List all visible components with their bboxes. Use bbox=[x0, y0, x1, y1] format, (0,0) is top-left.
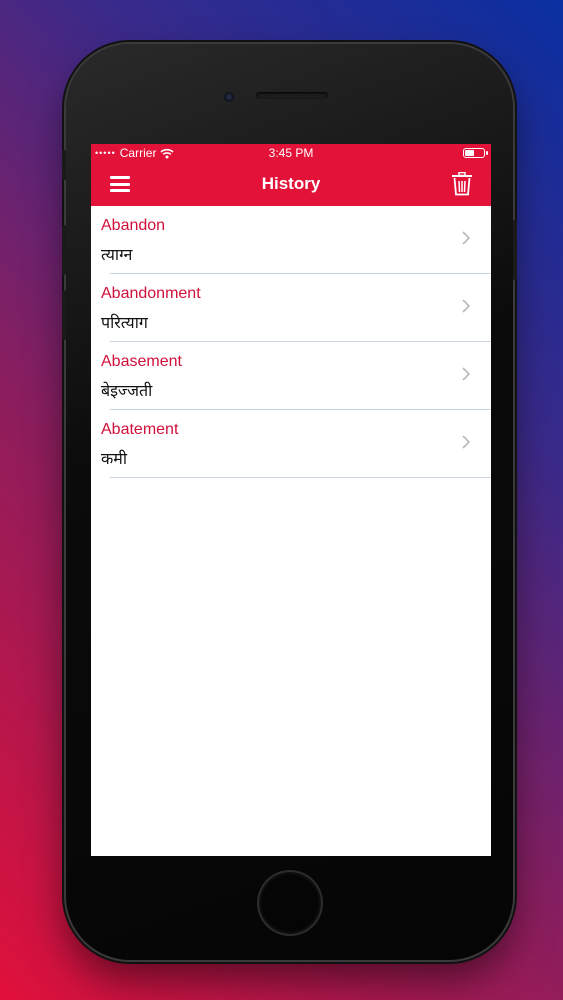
chevron-right-icon bbox=[462, 435, 471, 449]
app-screen: ••••• Carrier 3:45 PM History Abandon त्… bbox=[91, 144, 491, 856]
battery-icon bbox=[463, 148, 488, 158]
phone-power-button bbox=[513, 220, 517, 280]
phone-volume-down bbox=[62, 290, 66, 340]
history-row[interactable]: Abandonment परित्याग bbox=[91, 274, 491, 342]
history-meaning: बेइज्जती bbox=[101, 381, 153, 400]
phone-volume-up bbox=[62, 225, 66, 275]
phone-mute-switch bbox=[62, 150, 66, 180]
history-list: Abandon त्याग्न Abandonment परित्याग Aba… bbox=[91, 206, 491, 478]
chevron-right-icon bbox=[462, 299, 471, 313]
hamburger-menu-icon[interactable] bbox=[110, 176, 130, 192]
history-word: Abatement bbox=[101, 421, 179, 438]
history-word: Abandonment bbox=[101, 285, 201, 302]
page-title: History bbox=[261, 174, 321, 193]
status-bar: ••••• Carrier 3:45 PM bbox=[91, 144, 491, 162]
history-row[interactable]: Abandon त्याग्न bbox=[91, 206, 491, 274]
trash-icon[interactable] bbox=[451, 172, 473, 196]
earpiece-speaker bbox=[256, 92, 328, 99]
status-time: 3:45 PM bbox=[268, 146, 314, 160]
history-meaning: कमी bbox=[101, 449, 128, 468]
history-word: Abandon bbox=[101, 217, 166, 234]
front-camera bbox=[224, 92, 234, 102]
history-row[interactable]: Abasement बेइज्जती bbox=[91, 342, 491, 410]
chevron-right-icon bbox=[462, 367, 471, 381]
nav-bar: History bbox=[91, 162, 491, 206]
home-button[interactable] bbox=[259, 872, 321, 934]
history-meaning: त्याग्न bbox=[101, 245, 133, 264]
row-separator bbox=[110, 477, 491, 478]
history-word: Abasement bbox=[101, 353, 182, 370]
history-meaning: परित्याग bbox=[101, 313, 148, 332]
chevron-right-icon bbox=[462, 231, 471, 245]
history-row[interactable]: Abatement कमी bbox=[91, 410, 491, 478]
